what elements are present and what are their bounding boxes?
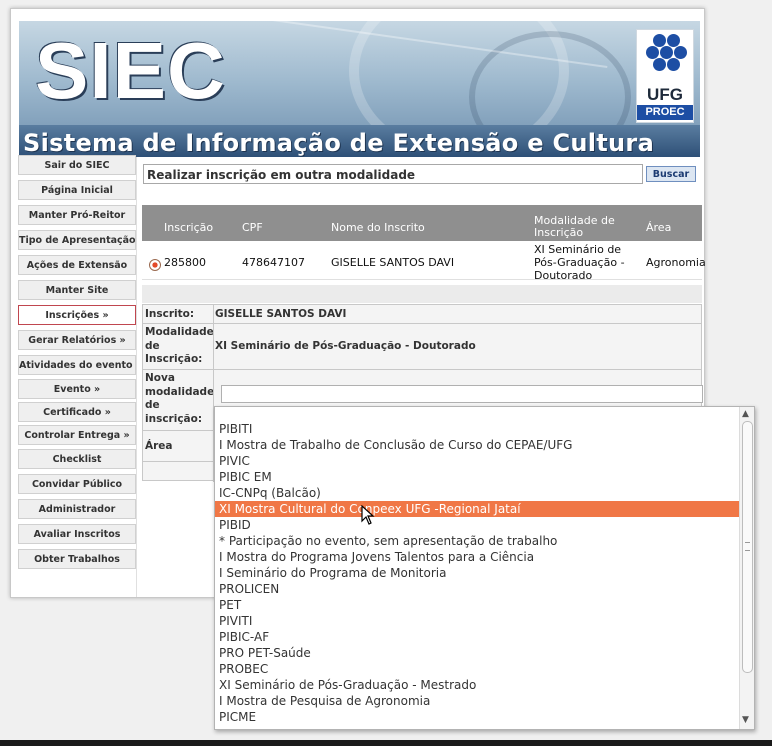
dropdown-option[interactable]: PIBID [215, 517, 739, 533]
logo-dot [667, 58, 680, 71]
screen-bottom-edge [0, 740, 772, 746]
sidebar-item-atividades-evento[interactable]: Atividades do evento » [18, 355, 136, 375]
column-header-inscricao: Inscrição [164, 221, 214, 234]
table-spacer [142, 285, 702, 303]
inscrito-label: Inscrito: [145, 308, 195, 320]
sidebar-item-evento[interactable]: Evento » [18, 379, 136, 399]
radio-selected-icon[interactable] [149, 259, 161, 271]
dropdown-option[interactable]: I Seminário do Programa de Monitoria [215, 565, 739, 581]
dropdown-scrollbar[interactable]: ▲ ▼ [739, 407, 754, 729]
logo-dot [653, 34, 666, 47]
app-subtitle: Sistema de Informação de Extensão e Cult… [23, 129, 655, 157]
dropdown-option[interactable]: I Mostra de Pesquisa de Agronomia [215, 693, 739, 709]
nova-modalidade-select[interactable] [221, 385, 703, 403]
dropdown-option[interactable]: PIBITI [215, 421, 739, 437]
dropdown-option[interactable]: PIVITI [215, 613, 739, 629]
dropdown-option[interactable]: PIBIC-AF [215, 629, 739, 645]
mouse-cursor-icon [361, 505, 375, 525]
logo-text: UFG [647, 85, 683, 104]
sidebar-item-checklist[interactable]: Checklist [18, 449, 136, 469]
sidebar-divider [136, 157, 137, 597]
sidebar-item-convidar-publico[interactable]: Convidar Público [18, 474, 136, 494]
sidebar-item-gerar-relatorios[interactable]: Gerar Relatórios » [18, 330, 136, 350]
scroll-down-arrow-icon[interactable]: ▼ [742, 715, 749, 725]
nova-modalidade-label: Nova modalidade de inscrição: [145, 372, 215, 425]
ufg-logo: UFG PROEC [636, 29, 694, 123]
search-input[interactable]: Realizar inscrição em outra modalidade [143, 164, 643, 184]
dropdown-option[interactable]: PIVIC [215, 453, 739, 469]
logo-dot [674, 46, 687, 59]
dropdown-option[interactable]: IC-CNPq (Balcão) [215, 485, 739, 501]
dropdown-option-selected[interactable]: XI Mostra Cultural do Conpeex UFG -Regio… [215, 501, 739, 517]
column-header-area: Área [646, 221, 672, 234]
results-table-header: Inscrição CPF Nome do Inscrito Modalidad… [142, 205, 702, 241]
table-row[interactable]: 285800 478647107 GISELLE SANTOS DAVI XI … [142, 241, 706, 282]
dropdown-option[interactable]: I Mostra do Programa Jovens Talentos par… [215, 549, 739, 565]
form-divider [143, 323, 701, 324]
cell-cpf: 478647107 [242, 256, 305, 269]
logo-dot [660, 46, 673, 59]
sidebar-item-acoes-extensao[interactable]: Ações de Extensão [18, 255, 136, 275]
scrollbar-grip-icon [745, 542, 750, 551]
sidebar-item-controlar-entrega[interactable]: Controlar Entrega » [18, 425, 136, 445]
sidebar-item-inscricoes[interactable]: Inscrições » [18, 305, 136, 325]
dropdown-option[interactable]: PROLICEN [215, 581, 739, 597]
scrollbar-thumb[interactable] [742, 421, 753, 673]
sidebar-item-sair[interactable]: Sair do SIEC [18, 155, 136, 175]
sidebar-item-manter-site[interactable]: Manter Site [18, 280, 136, 300]
inscrito-value: GISELLE SANTOS DAVI [215, 308, 347, 320]
scroll-up-arrow-icon[interactable]: ▲ [742, 409, 749, 419]
sidebar-item-certificado[interactable]: Certificado » [18, 402, 136, 422]
dropdown-option[interactable]: I Mostra de Trabalho de Conclusão de Cur… [215, 437, 739, 453]
app-logo-title: SIEC [35, 26, 226, 115]
cell-nome: GISELLE SANTOS DAVI [331, 256, 455, 269]
search-button[interactable]: Buscar [646, 166, 696, 182]
dropdown-option[interactable]: XI Seminário de Pós-Graduação - Mestrado [215, 677, 739, 693]
column-header-modalidade: Modalidade de Inscrição [534, 214, 615, 239]
dropdown-option[interactable]: PIBIC EM [215, 469, 739, 485]
logo-subtext: PROEC [637, 105, 693, 120]
dropdown-option[interactable]: PROBEC [215, 661, 739, 677]
sidebar-item-pagina-inicial[interactable]: Página Inicial [18, 180, 136, 200]
sidebar-item-administrador[interactable]: Administrador [18, 499, 136, 519]
sidebar-item-obter-trabalhos[interactable]: Obter Trabalhos [18, 549, 136, 569]
dropdown-option[interactable]: PICME [215, 709, 739, 725]
form-divider [143, 369, 701, 370]
modalidade-value: XI Seminário de Pós-Graduação - Doutorad… [215, 340, 476, 352]
sidebar-item-manter-pro-reitor[interactable]: Manter Pró-Reitor [18, 205, 136, 225]
cell-inscricao: 285800 [164, 256, 206, 269]
modalidade-dropdown-list[interactable]: PIBITI I Mostra de Trabalho de Conclusão… [214, 406, 755, 730]
logo-dot [646, 46, 659, 59]
cell-modalidade: XI Seminário de Pós-Graduação - Doutorad… [534, 243, 625, 282]
banner: SIEC Sistema de Informação de Extensão e… [19, 21, 700, 157]
column-header-nome: Nome do Inscrito [331, 221, 425, 234]
area-label: Área [145, 440, 173, 452]
dropdown-option[interactable]: PET [215, 597, 739, 613]
dropdown-option[interactable]: PRO PET-Saúde [215, 645, 739, 661]
dropdown-option[interactable]: * Participação no evento, sem apresentaç… [215, 533, 739, 549]
column-header-cpf: CPF [242, 221, 263, 234]
sidebar-item-avaliar-inscritos[interactable]: Avaliar Inscritos [18, 524, 136, 544]
modalidade-label: Modalidade de Inscrição: [145, 326, 214, 365]
cell-area: Agronomia [646, 256, 706, 269]
sidebar-item-tipo-apresentacao[interactable]: Tipo de Apresentação [18, 230, 136, 250]
logo-dot [667, 34, 680, 47]
logo-dot [653, 58, 666, 71]
